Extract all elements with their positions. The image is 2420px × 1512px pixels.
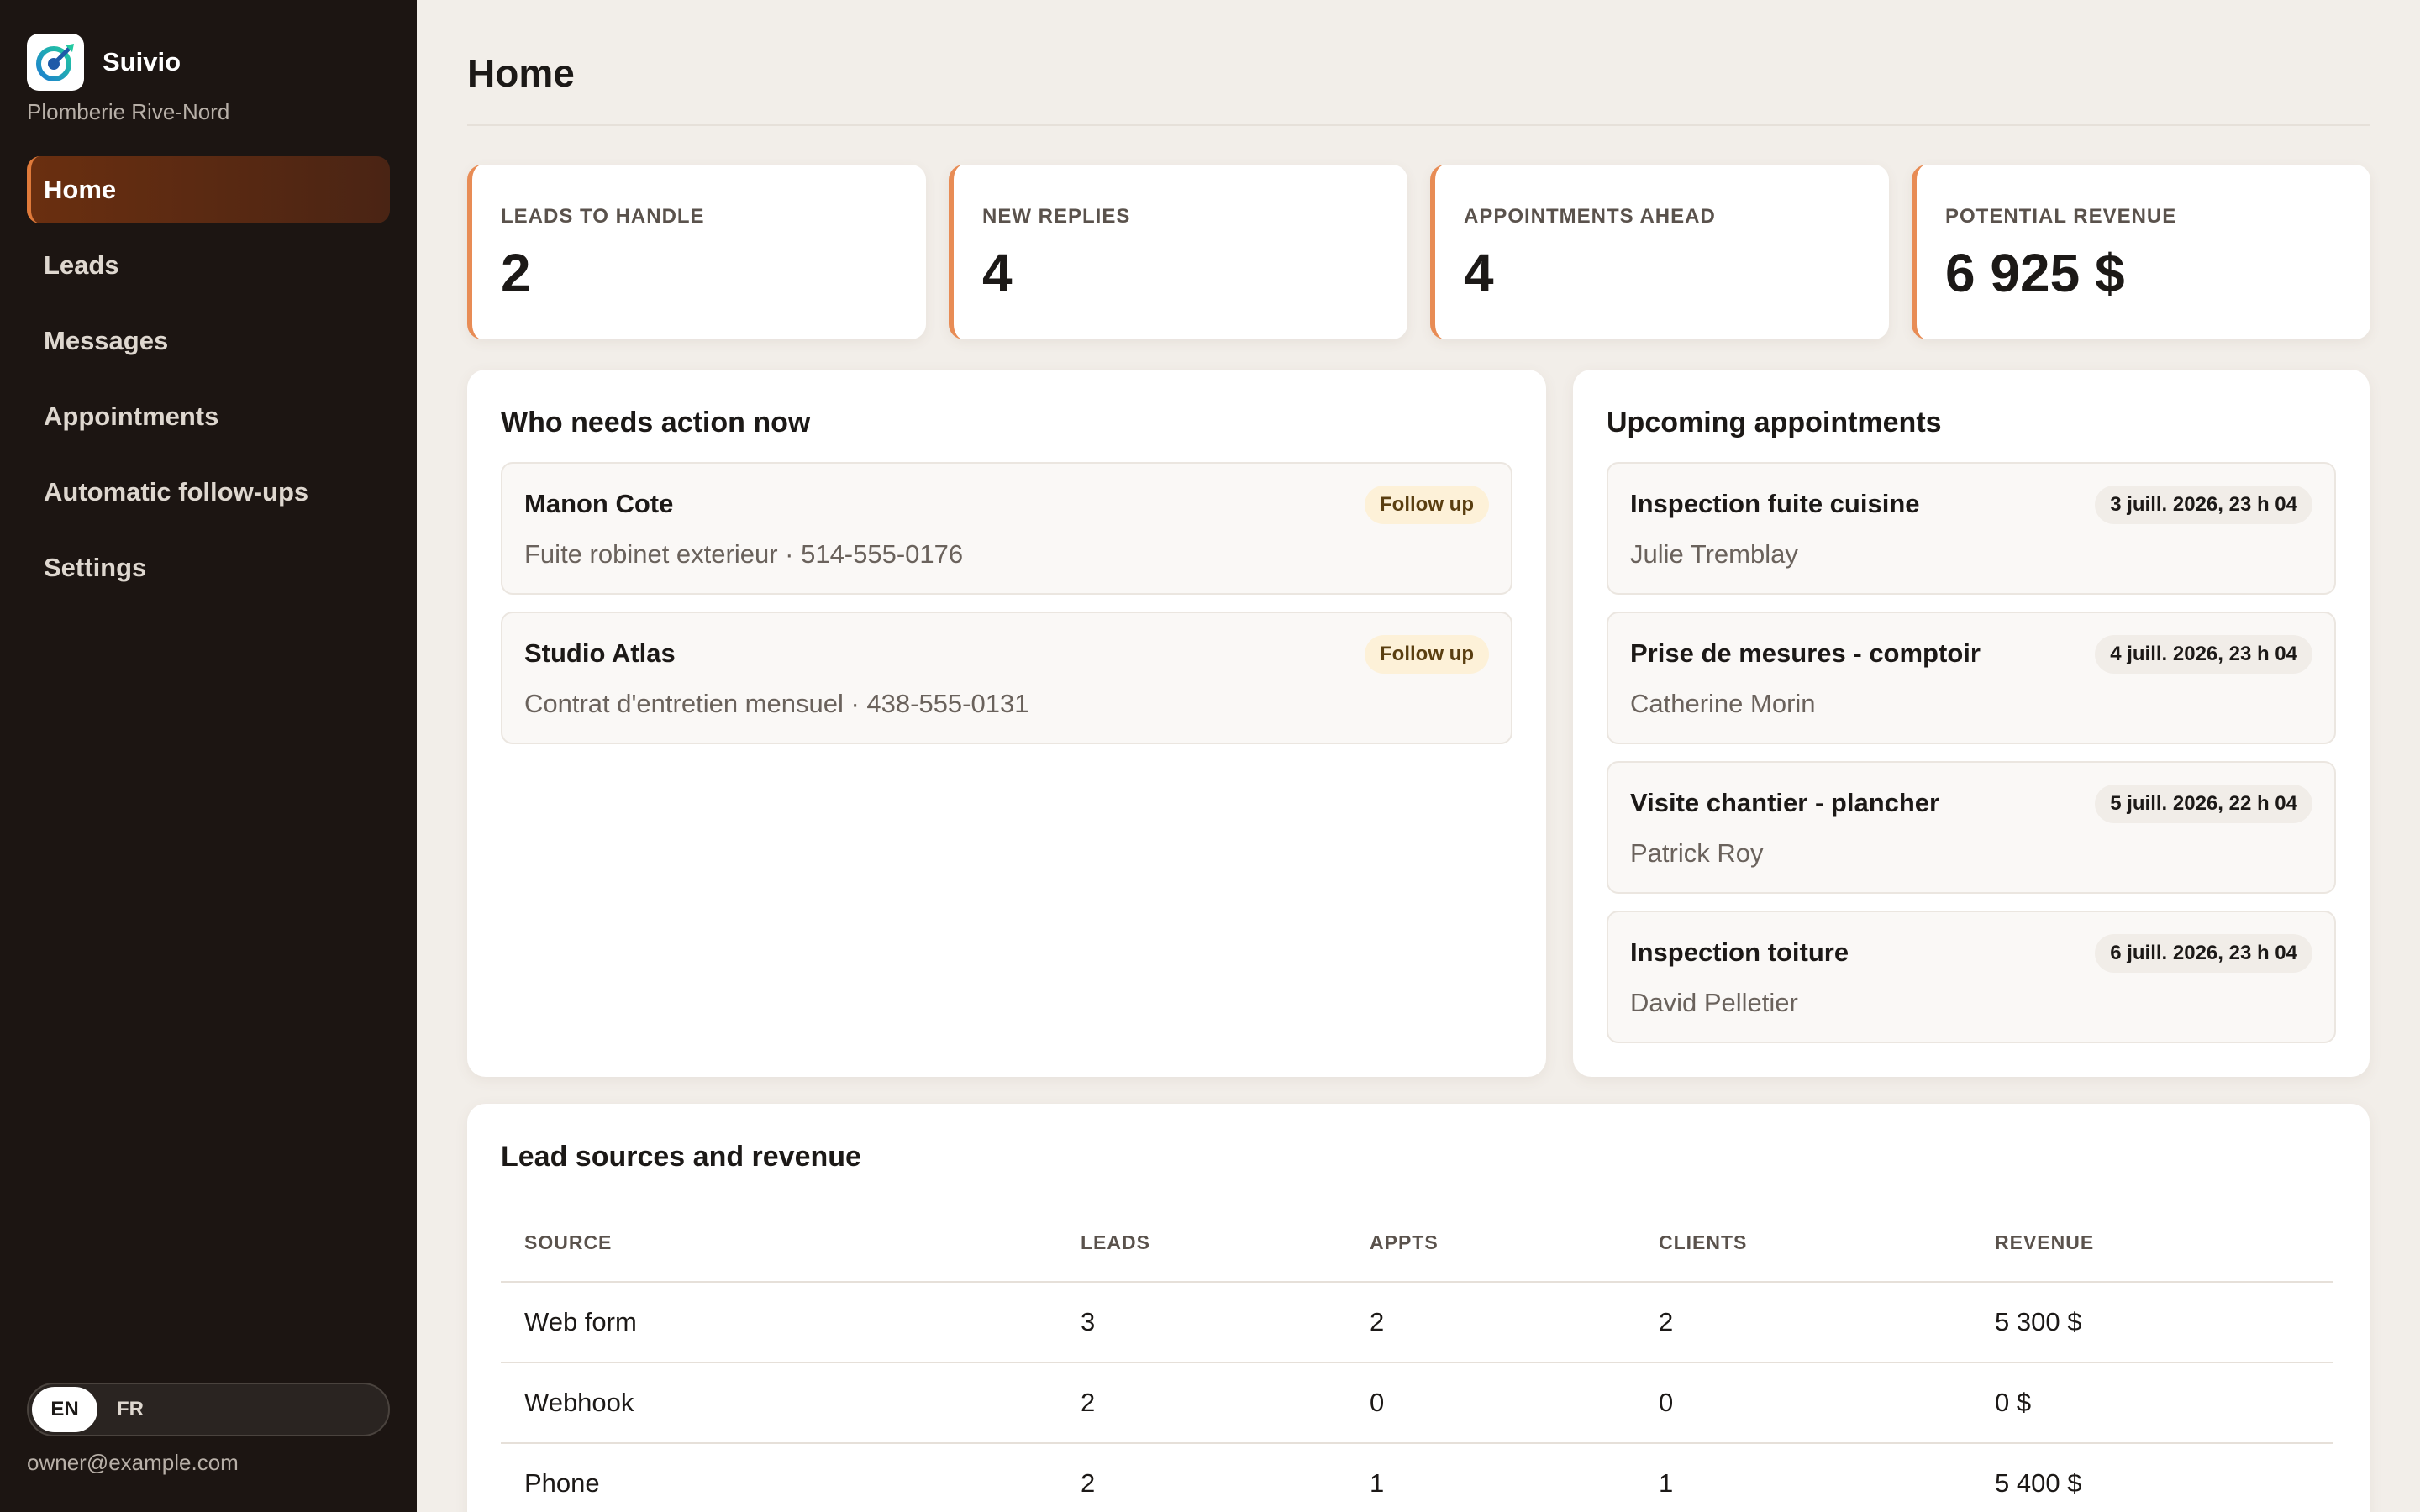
kpi-value: 6 925 $ xyxy=(1945,243,2125,303)
kpi-label: NEW REPLIES xyxy=(982,205,1131,228)
appts-cell: 1 xyxy=(1346,1443,1635,1512)
nav-item-automatic-follow-ups[interactable]: Automatic follow-ups xyxy=(27,459,390,526)
leads-cell: 2 xyxy=(1057,1362,1346,1444)
clients-cell: 2 xyxy=(1635,1282,1971,1363)
appointment-title: Visite chantier - plancher xyxy=(1630,788,1940,817)
kpi-card-appointments-ahead: APPOINTMENTS AHEAD 4 xyxy=(1430,165,1889,339)
appts-cell: 0 xyxy=(1346,1362,1635,1444)
appointment-person: Julie Tremblay xyxy=(1630,539,1798,569)
language-en-button[interactable]: EN xyxy=(32,1387,97,1432)
nav-item-label: Messages xyxy=(44,326,169,355)
appointment-title: Inspection fuite cuisine xyxy=(1630,489,1920,518)
follow-up-badge: Follow up xyxy=(1365,635,1489,674)
clients-cell: 1 xyxy=(1635,1443,1971,1512)
nav-item-messages[interactable]: Messages xyxy=(27,307,390,375)
target-arrow-icon xyxy=(27,34,84,91)
action-card: Who needs action now Manon Cote Fuite ro… xyxy=(467,370,1546,1077)
appointment-title: Prise de mesures - comptoir xyxy=(1630,638,1981,668)
card-title: Upcoming appointments xyxy=(1607,407,1942,438)
nav-item-label: Automatic follow-ups xyxy=(44,477,309,507)
appointment-date-badge: 3 juill. 2026, 23 h 04 xyxy=(2095,486,2312,524)
appointment-person: Catherine Morin xyxy=(1630,689,1816,718)
kpi-card-new-replies: NEW REPLIES 4 xyxy=(949,165,1407,339)
kpi-card-leads-to-handle: LEADS TO HANDLE 2 xyxy=(467,165,926,339)
column-header-revenue: REVENUE xyxy=(1971,1205,2333,1283)
nav-item-label: Settings xyxy=(44,553,147,582)
kpi-label: LEADS TO HANDLE xyxy=(501,205,705,228)
column-header-leads: LEADS xyxy=(1057,1205,1346,1283)
appointment-item[interactable]: Prise de mesures - comptoir Catherine Mo… xyxy=(1607,612,2336,744)
action-item[interactable]: Manon Cote Fuite robinet exterieur · 514… xyxy=(501,462,1512,595)
kpi-label: POTENTIAL REVENUE xyxy=(1945,205,2177,228)
table-row: Phone 2 1 1 5 400 $ xyxy=(501,1443,2333,1512)
page-title: Home xyxy=(467,51,575,95)
action-item[interactable]: Studio Atlas Contrat d'entretien mensuel… xyxy=(501,612,1512,744)
nav-item-appointments[interactable]: Appointments xyxy=(27,383,390,450)
lead-sources-card: Lead sources and revenue SOURCE LEADS AP… xyxy=(467,1104,2370,1512)
clients-cell: 0 xyxy=(1635,1362,1971,1444)
source-cell: Web form xyxy=(501,1282,1057,1363)
appts-cell: 2 xyxy=(1346,1282,1635,1363)
table-header-row: SOURCE LEADS APPTS CLIENTS REVENUE xyxy=(501,1205,2333,1283)
revenue-cell: 5 300 $ xyxy=(1971,1282,2333,1363)
nav-item-home[interactable]: Home xyxy=(27,156,390,223)
nav-item-label: Leads xyxy=(44,250,119,280)
table-row: Webhook 2 0 0 0 $ xyxy=(501,1362,2333,1444)
kpi-value: 2 xyxy=(501,243,531,303)
app-name: Suivio xyxy=(103,47,182,76)
table-row: Web form 3 2 2 5 300 $ xyxy=(501,1282,2333,1363)
leads-cell: 2 xyxy=(1057,1443,1346,1512)
nav-item-label: Appointments xyxy=(44,402,219,431)
lead-sources-table: SOURCE LEADS APPTS CLIENTS REVENUE Web f… xyxy=(501,1205,2333,1512)
lead-name: Manon Cote xyxy=(524,489,674,518)
user-email: owner@example.com xyxy=(27,1450,239,1475)
card-title: Lead sources and revenue xyxy=(501,1141,861,1173)
title-divider xyxy=(467,124,2370,126)
appointment-title: Inspection toiture xyxy=(1630,937,1849,967)
appointment-item[interactable]: Inspection fuite cuisine Julie Tremblay … xyxy=(1607,462,2336,595)
appointment-date-badge: 5 juill. 2026, 22 h 04 xyxy=(2095,785,2312,823)
appointment-person: Patrick Roy xyxy=(1630,838,1764,868)
source-cell: Webhook xyxy=(501,1362,1057,1444)
appointment-item[interactable]: Visite chantier - plancher Patrick Roy 5… xyxy=(1607,761,2336,894)
appointment-item[interactable]: Inspection toiture David Pelletier 6 jui… xyxy=(1607,911,2336,1043)
appointment-date-badge: 6 juill. 2026, 23 h 04 xyxy=(2095,934,2312,973)
nav-item-settings[interactable]: Settings xyxy=(27,534,390,601)
brand[interactable]: Suivio xyxy=(27,34,181,91)
lead-detail: Fuite robinet exterieur · 514-555-0176 xyxy=(524,539,964,569)
language-switcher: EN FR xyxy=(27,1383,390,1436)
column-header-source: SOURCE xyxy=(501,1205,1057,1283)
card-title: Who needs action now xyxy=(501,407,811,438)
appointment-person: David Pelletier xyxy=(1630,988,1798,1017)
column-header-clients: CLIENTS xyxy=(1635,1205,1971,1283)
column-header-appts: APPTS xyxy=(1346,1205,1635,1283)
sidebar: Suivio Plomberie Rive-Nord Home Leads Me… xyxy=(0,0,417,1512)
appointment-date-badge: 4 juill. 2026, 23 h 04 xyxy=(2095,635,2312,674)
revenue-cell: 0 $ xyxy=(1971,1362,2333,1444)
revenue-cell: 5 400 $ xyxy=(1971,1443,2333,1512)
appointments-card: Upcoming appointments Inspection fuite c… xyxy=(1573,370,2370,1077)
kpi-value: 4 xyxy=(982,243,1013,303)
nav-item-label: Home xyxy=(44,175,117,204)
company-name: Plomberie Rive-Nord xyxy=(27,99,230,124)
language-fr-button[interactable]: FR xyxy=(97,1387,163,1432)
source-cell: Phone xyxy=(501,1443,1057,1512)
leads-cell: 3 xyxy=(1057,1282,1346,1363)
follow-up-badge: Follow up xyxy=(1365,486,1489,524)
lead-detail: Contrat d'entretien mensuel · 438-555-01… xyxy=(524,689,1029,718)
kpi-card-potential-revenue: POTENTIAL REVENUE 6 925 $ xyxy=(1912,165,2370,339)
nav-item-leads[interactable]: Leads xyxy=(27,232,390,299)
kpi-value: 4 xyxy=(1464,243,1494,303)
lead-name: Studio Atlas xyxy=(524,638,676,668)
kpi-label: APPOINTMENTS AHEAD xyxy=(1464,205,1716,228)
main-nav: Home Leads Messages Appointments Automat… xyxy=(27,156,390,610)
